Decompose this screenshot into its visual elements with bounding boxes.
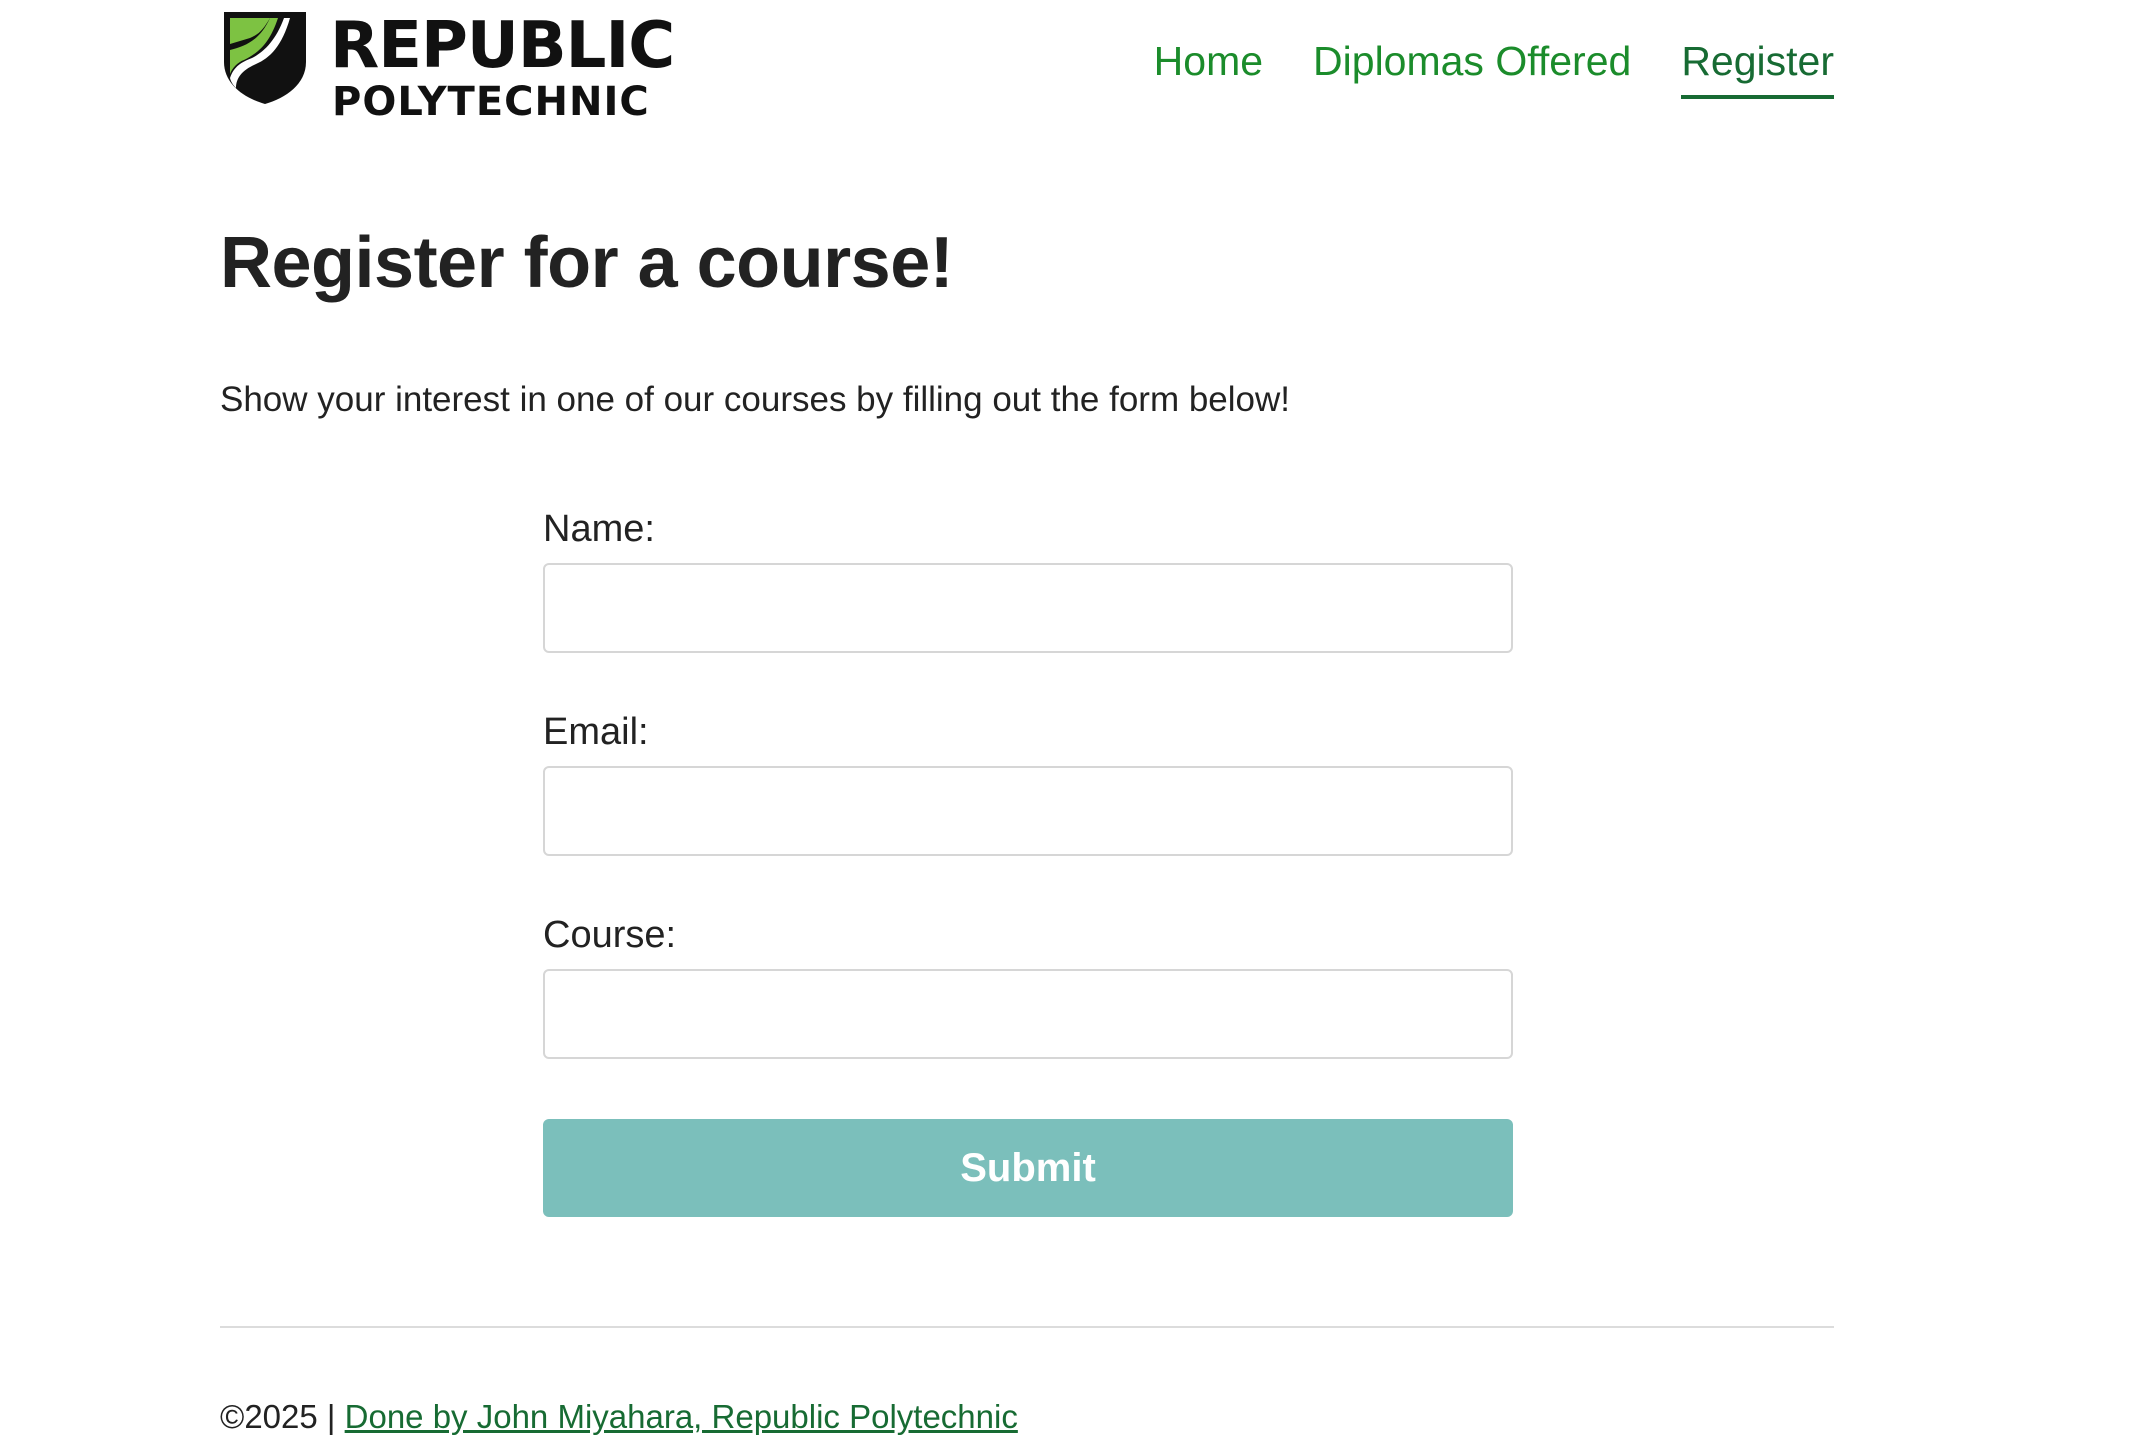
logo-wordmark: REPUBLIC POLYTECHNIC [330,9,675,125]
intro-text: Show your interest in one of our courses… [220,380,1290,419]
registration-form: Name: Email: Course: Submit [543,508,1513,1217]
site-footer: ©2025 | Done by John Miyahara, Republic … [220,1398,1018,1436]
site-header: REPUBLIC POLYTECHNIC Home Diplomas Offer… [220,0,1834,125]
email-input[interactable] [543,766,1513,856]
course-input[interactable] [543,969,1513,1059]
nav-home[interactable]: Home [1154,38,1263,99]
course-label: Course: [543,914,677,956]
page-container: REPUBLIC POLYTECHNIC Home Diplomas Offer… [220,0,1834,1435]
footer-divider [220,1326,1834,1328]
nav-register[interactable]: Register [1681,38,1834,99]
footer-copyright: ©2025 | [220,1398,345,1435]
page-title: Register for a course! [220,223,954,303]
email-field-group: Email: [543,711,1513,856]
name-field-group: Name: [543,508,1513,653]
email-label: Email: [543,711,649,753]
name-input[interactable] [543,563,1513,653]
course-field-group: Course: [543,914,1513,1059]
site-logo[interactable]: REPUBLIC POLYTECHNIC [220,4,675,125]
shield-logo-icon [224,12,306,104]
logo-line-polytechnic: POLYTECHNIC [332,79,650,125]
main-nav: Home Diplomas Offered Register [1154,38,1834,99]
nav-diplomas-offered[interactable]: Diplomas Offered [1313,38,1631,99]
name-label: Name: [543,508,655,550]
footer-credit-link[interactable]: Done by John Miyahara, Republic Polytech… [345,1398,1018,1435]
logo-line-republic: REPUBLIC [330,9,675,83]
submit-button[interactable]: Submit [543,1119,1513,1217]
